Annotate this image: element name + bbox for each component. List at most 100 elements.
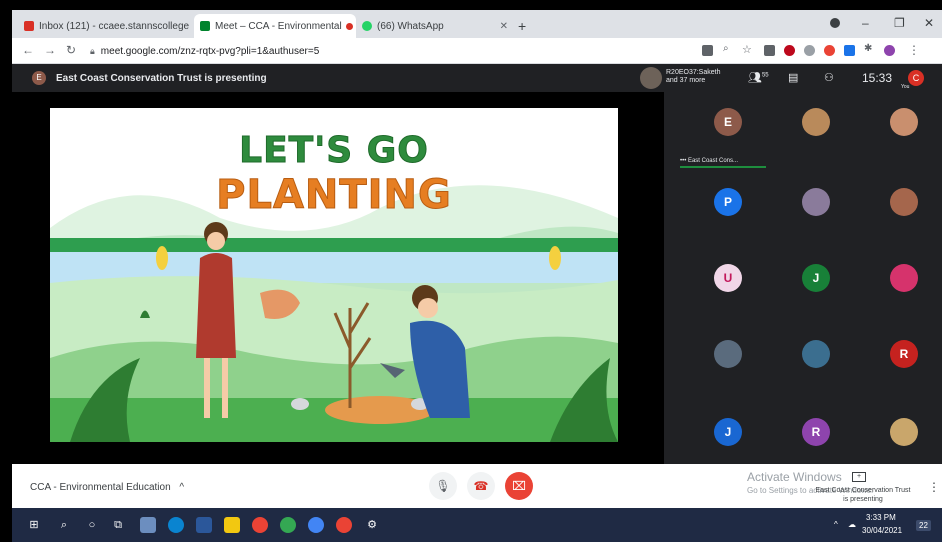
- whatsapp-icon: [362, 21, 372, 31]
- maximize-button[interactable]: ❐: [894, 16, 905, 30]
- extension-icon[interactable]: [764, 45, 775, 56]
- tab-label: Inbox (121) - ccaee.stannscollege: [39, 20, 190, 32]
- profile-indicator-icon[interactable]: [830, 18, 840, 28]
- network-icon[interactable]: ☁︎: [848, 520, 856, 529]
- microphone-button[interactable]: 🎙︎: [429, 472, 457, 500]
- gmail-icon: [24, 21, 34, 31]
- presentation-stage: LET'S GO PLANTING: [12, 92, 664, 464]
- recording-dot-icon: [345, 22, 353, 30]
- chat-icon[interactable]: ▤: [788, 71, 798, 84]
- tab-label: (66) WhatsApp: [377, 20, 444, 32]
- search-icon[interactable]: ⌕: [56, 517, 72, 533]
- participant-thumbnail[interactable]: [640, 67, 662, 89]
- participant-tile[interactable]: [802, 108, 830, 136]
- zoom-icon[interactable]: ⌕: [723, 43, 729, 54]
- tab-label: Meet – CCA - Environmental: [215, 20, 342, 32]
- slide-title-line2: PLANTING: [216, 172, 452, 219]
- record-icon[interactable]: [336, 517, 352, 533]
- screen: Inbox (121) - ccaee.stannscollege ✕ Meet…: [12, 10, 942, 542]
- active-speaker-bar: [680, 166, 766, 168]
- self-avatar[interactable]: C: [908, 70, 924, 86]
- tray-chevron-icon[interactable]: ^: [834, 520, 838, 529]
- meeting-details-button[interactable]: CCA - Environmental Education ^: [30, 482, 184, 493]
- activate-windows-title: Activate Windows: [747, 470, 842, 484]
- tab-whatsapp[interactable]: (66) WhatsApp ✕: [356, 14, 514, 38]
- participant-tile[interactable]: [890, 418, 918, 446]
- tab-gmail[interactable]: Inbox (121) - ccaee.stannscollege ✕: [18, 14, 194, 38]
- participant-tile[interactable]: R: [890, 340, 918, 368]
- header-participant-name: R20EO37:Saketh and 37 more: [666, 69, 721, 84]
- hang-up-icon: ☎︎: [473, 479, 489, 493]
- camera-indicator-icon[interactable]: [702, 45, 713, 56]
- leave-call-button[interactable]: ☎︎: [467, 472, 495, 500]
- windows-start-icon[interactable]: ⊞: [26, 517, 42, 533]
- chrome-icon[interactable]: [308, 517, 324, 533]
- self-label: You: [901, 84, 910, 90]
- task-view-icon[interactable]: ⧉: [110, 517, 126, 533]
- participant-tile[interactable]: [890, 264, 918, 292]
- chrome-icon[interactable]: [280, 517, 296, 533]
- meeting-clock: 15:33: [862, 71, 893, 85]
- taskbar-date: 30/04/2021: [862, 526, 903, 535]
- browser-tab-bar: Inbox (121) - ccaee.stannscollege ✕ Meet…: [12, 10, 942, 38]
- participant-tile[interactable]: J: [802, 264, 830, 292]
- people-icon[interactable]: 👥︎55: [748, 71, 769, 84]
- presenting-status: East Coast Conservation Trust is present…: [815, 487, 911, 503]
- participant-count: 55: [761, 72, 769, 79]
- bookmark-star-icon[interactable]: ☆: [742, 43, 752, 56]
- slide-title-line1: LET'S GO: [239, 130, 429, 172]
- menu-dots-icon[interactable]: ⋮: [908, 43, 920, 57]
- presented-slide: LET'S GO PLANTING: [50, 108, 618, 442]
- participant-name-label: ••• East Coast Cons...: [680, 158, 738, 164]
- forward-arrow-icon[interactable]: →: [44, 43, 56, 57]
- participant-tile[interactable]: [890, 188, 918, 216]
- participant-tile[interactable]: [802, 188, 830, 216]
- more-options-icon[interactable]: ⋮: [928, 480, 940, 494]
- back-arrow-icon[interactable]: ←: [22, 43, 34, 57]
- extension-icon[interactable]: [844, 45, 855, 56]
- present-now-icon[interactable]: +: [852, 472, 866, 482]
- chevron-up-icon: ^: [179, 482, 185, 493]
- participant-tile[interactable]: [890, 108, 918, 136]
- camera-off-icon: ⌧: [512, 479, 526, 493]
- reload-icon[interactable]: ↻: [66, 43, 76, 57]
- windows-taskbar: ⊞ ⌕ ○ ⧉ ⚙︎ ^ ☁︎ 3:33 PM 30/04/2021 22: [12, 508, 942, 542]
- participant-tile[interactable]: P: [714, 188, 742, 216]
- taskbar-time: 3:33 PM: [866, 513, 896, 522]
- camera-off-button[interactable]: ⌧: [505, 472, 533, 500]
- notification-count[interactable]: 22: [916, 520, 931, 531]
- cortana-icon[interactable]: ○: [84, 517, 100, 533]
- microphone-icon: 🎙︎: [435, 479, 451, 493]
- address-toolbar: ← → ↻ 🔒︎ meet.google.com/znz-rqtx-pvg?pl…: [12, 38, 942, 64]
- puzzle-icon[interactable]: ✱: [864, 43, 872, 54]
- participant-tile[interactable]: U: [714, 264, 742, 292]
- participant-tile[interactable]: [802, 340, 830, 368]
- extension-icon[interactable]: [824, 45, 835, 56]
- participant-tile[interactable]: R: [802, 418, 830, 446]
- meet-control-bar: CCA - Environmental Education ^ 🎙︎ ☎︎ ⌧ …: [12, 464, 942, 508]
- app-icon[interactable]: [196, 517, 212, 533]
- minimize-button[interactable]: –: [862, 16, 869, 30]
- extension-icon[interactable]: [804, 45, 815, 56]
- store-icon[interactable]: [224, 517, 240, 533]
- presenter-avatar: E: [32, 71, 46, 85]
- profile-avatar-icon[interactable]: [884, 45, 895, 56]
- participant-tile[interactable]: J: [714, 418, 742, 446]
- presenting-banner: East Coast Conservation Trust is present…: [56, 73, 267, 84]
- meet-icon: [200, 21, 210, 31]
- chrome-icon[interactable]: [252, 517, 268, 533]
- close-tab-icon[interactable]: ✕: [494, 21, 508, 32]
- activities-icon[interactable]: ⚇: [824, 71, 834, 84]
- participant-tile[interactable]: E: [714, 108, 742, 136]
- close-window-button[interactable]: ✕: [924, 16, 934, 30]
- meet-header: E East Coast Conservation Trust is prese…: [12, 64, 942, 92]
- address-bar[interactable]: 🔒︎ meet.google.com/znz-rqtx-pvg?pli=1&au…: [90, 42, 690, 60]
- tab-meet[interactable]: Meet – CCA - Environmental ✕: [194, 14, 356, 38]
- new-tab-button[interactable]: +: [518, 18, 526, 34]
- edge-icon[interactable]: [168, 517, 184, 533]
- settings-gear-icon[interactable]: ⚙︎: [364, 517, 380, 533]
- app-icon[interactable]: [140, 517, 156, 533]
- participant-tile[interactable]: [714, 340, 742, 368]
- pinterest-icon[interactable]: [784, 45, 795, 56]
- url-text: meet.google.com/znz-rqtx-pvg?pli=1&authu…: [100, 45, 320, 57]
